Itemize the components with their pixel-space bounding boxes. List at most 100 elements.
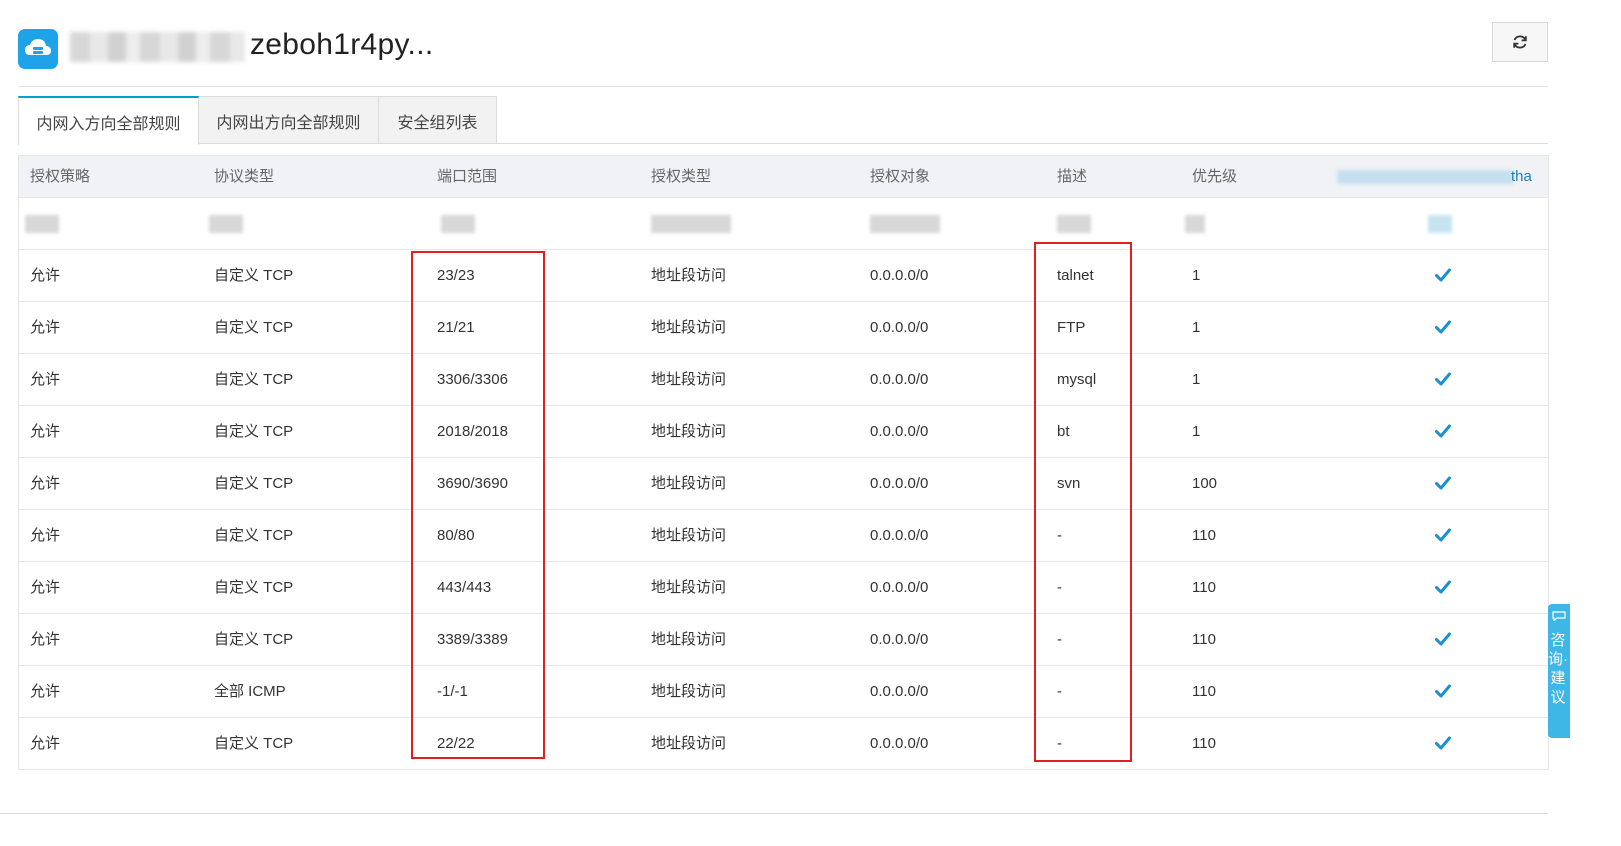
cell-auth-type: 地址段访问 — [651, 319, 727, 336]
highlight-box-descriptions — [1034, 242, 1132, 762]
table-row: 允许 自定义 TCP 23/23 地址段访问 0.0.0.0/0 talnet 1 — [19, 250, 1548, 302]
cell-priority: 110 — [1192, 631, 1216, 648]
column-header-auth-type: 授权类型 — [651, 168, 712, 185]
tab-outbound-rules[interactable]: 内网出方向全部规则 — [198, 96, 379, 144]
cell-policy: 允许 — [30, 683, 61, 700]
cell-protocol: 自定义 TCP — [214, 527, 294, 544]
redacted-cell — [1185, 215, 1205, 233]
column-header-description: 描述 — [1057, 168, 1088, 185]
table-row: 允许 自定义 TCP 3690/3690 地址段访问 0.0.0.0/0 svn 100 — [19, 458, 1548, 510]
cell-policy: 允许 — [30, 735, 61, 752]
redacted-column-header — [1337, 170, 1513, 184]
table-header: 授权策略 协议类型 端口范围 授权类型 授权对象 描述 优先级 tha — [19, 156, 1548, 198]
cell-policy: 允许 — [30, 423, 61, 440]
check-icon — [1435, 736, 1451, 750]
column-header-auth-object: 授权对象 — [870, 168, 931, 185]
header-divider — [18, 86, 1548, 87]
table-row: 允许 自定义 TCP 22/22 地址段访问 0.0.0.0/0-110 — [19, 718, 1548, 769]
table-row: 允许 自定义 TCP 21/21 地址段访问 0.0.0.0/0 FTP 1 — [19, 302, 1548, 354]
cell-priority: 1 — [1192, 371, 1201, 388]
cell-auth-object: 0.0.0.0/0 — [870, 579, 929, 596]
column-header-fragment: tha — [1511, 168, 1532, 185]
cell-protocol: 自定义 TCP — [214, 319, 294, 336]
redacted-cell — [25, 215, 59, 233]
column-header-policy: 授权策略 — [30, 168, 91, 185]
column-header-protocol: 协议类型 — [214, 168, 275, 185]
redacted-cell — [209, 215, 243, 233]
check-icon — [1435, 320, 1451, 334]
cell-policy: 允许 — [30, 579, 61, 596]
tabs-divider — [18, 143, 1548, 144]
check-icon — [1435, 424, 1451, 438]
cell-policy: 允许 — [30, 371, 61, 388]
cell-priority: 1 — [1192, 423, 1201, 440]
cell-priority: 110 — [1192, 683, 1216, 700]
redacted-row — [19, 198, 1548, 250]
cell-auth-object: 0.0.0.0/0 — [870, 631, 929, 648]
tab-inbound-rules[interactable]: 内网入方向全部规则 — [18, 96, 199, 145]
cell-auth-object: 0.0.0.0/0 — [870, 423, 929, 440]
cell-auth-object: 0.0.0.0/0 — [870, 683, 929, 700]
cell-priority: 110 — [1192, 735, 1216, 752]
cell-priority: 110 — [1192, 527, 1216, 544]
cell-protocol: 自定义 TCP — [214, 631, 294, 648]
table-row: 允许 自定义 TCP 3306/3306 地址段访问 0.0.0.0/0 mysql 1 — [19, 354, 1548, 406]
tab-security-groups[interactable]: 安全组列表 — [378, 96, 497, 144]
cell-auth-type: 地址段访问 — [651, 267, 727, 284]
cell-protocol: 自定义 TCP — [214, 735, 294, 752]
cell-priority: 100 — [1192, 475, 1218, 492]
redacted-cell — [870, 215, 940, 233]
redacted-title-prefix — [70, 32, 245, 62]
cell-policy: 允许 — [30, 527, 61, 544]
cell-protocol: 自定义 TCP — [214, 475, 294, 492]
cell-auth-type: 地址段访问 — [651, 371, 727, 388]
cell-auth-object: 0.0.0.0/0 — [870, 475, 929, 492]
table-row: 允许 全部 ICMP -1/-1 地址段访问 0.0.0.0/0-110 — [19, 666, 1548, 718]
cell-auth-type: 地址段访问 — [651, 683, 727, 700]
redacted-cell — [441, 215, 475, 233]
feedback-widget[interactable]: 咨询·建议 — [1548, 604, 1570, 738]
cell-auth-type: 地址段访问 — [651, 631, 727, 648]
cell-auth-type: 地址段访问 — [651, 475, 727, 492]
rule-tabs: 内网入方向全部规则 内网出方向全部规则 安全组列表 — [18, 96, 497, 145]
cell-protocol: 自定义 TCP — [214, 267, 294, 284]
highlight-box-ports — [411, 251, 545, 759]
cell-priority: 110 — [1192, 579, 1216, 596]
cell-protocol: 自定义 TCP — [214, 423, 294, 440]
feedback-label: 咨询·建议 — [1548, 632, 1568, 706]
cell-protocol: 自定义 TCP — [214, 579, 294, 596]
cell-auth-object: 0.0.0.0/0 — [870, 319, 929, 336]
cell-auth-type: 地址段访问 — [651, 579, 727, 596]
refresh-button[interactable] — [1492, 22, 1548, 62]
cell-auth-type: 地址段访问 — [651, 423, 727, 440]
cell-auth-object: 0.0.0.0/0 — [870, 735, 929, 752]
chat-icon — [1552, 611, 1566, 622]
table-row: 允许 自定义 TCP 2018/2018 地址段访问 0.0.0.0/0 bt 1 — [19, 406, 1548, 458]
cloud-server-icon — [18, 29, 58, 69]
check-icon — [1435, 372, 1451, 386]
table-row: 允许 自定义 TCP 80/80 地址段访问 0.0.0.0/0-110 — [19, 510, 1548, 562]
cell-auth-type: 地址段访问 — [651, 735, 727, 752]
column-header-priority: 优先级 — [1192, 168, 1238, 185]
redacted-cell — [651, 215, 731, 233]
cell-policy: 允许 — [30, 267, 61, 284]
cell-policy: 允许 — [30, 319, 61, 336]
refresh-icon — [1513, 35, 1527, 49]
cell-protocol: 全部 ICMP — [214, 683, 286, 700]
rules-table: 授权策略 协议类型 端口范围 授权类型 授权对象 描述 优先级 tha 允许自定… — [18, 155, 1549, 770]
cell-priority: 1 — [1192, 319, 1201, 336]
check-icon — [1435, 632, 1451, 646]
table-row: 允许 自定义 TCP 443/443 地址段访问 0.0.0.0/0-110 — [19, 562, 1548, 614]
cell-auth-object: 0.0.0.0/0 — [870, 267, 929, 284]
cell-priority: 1 — [1192, 267, 1201, 284]
table-body: 允许 自定义 TCP 23/23 地址段访问 0.0.0.0/0 talnet 1 允许 自定义… — [19, 250, 1548, 769]
cell-policy: 允许 — [30, 475, 61, 492]
check-icon — [1435, 476, 1451, 490]
cell-auth-type: 地址段访问 — [651, 527, 727, 544]
cell-auth-object: 0.0.0.0/0 — [870, 371, 929, 388]
bottom-divider — [0, 813, 1548, 814]
column-header-port: 端口范围 — [437, 168, 498, 185]
redacted-cell — [1428, 215, 1452, 233]
cell-policy: 允许 — [30, 631, 61, 648]
page-header: zeboh1r4py... — [0, 0, 1621, 88]
